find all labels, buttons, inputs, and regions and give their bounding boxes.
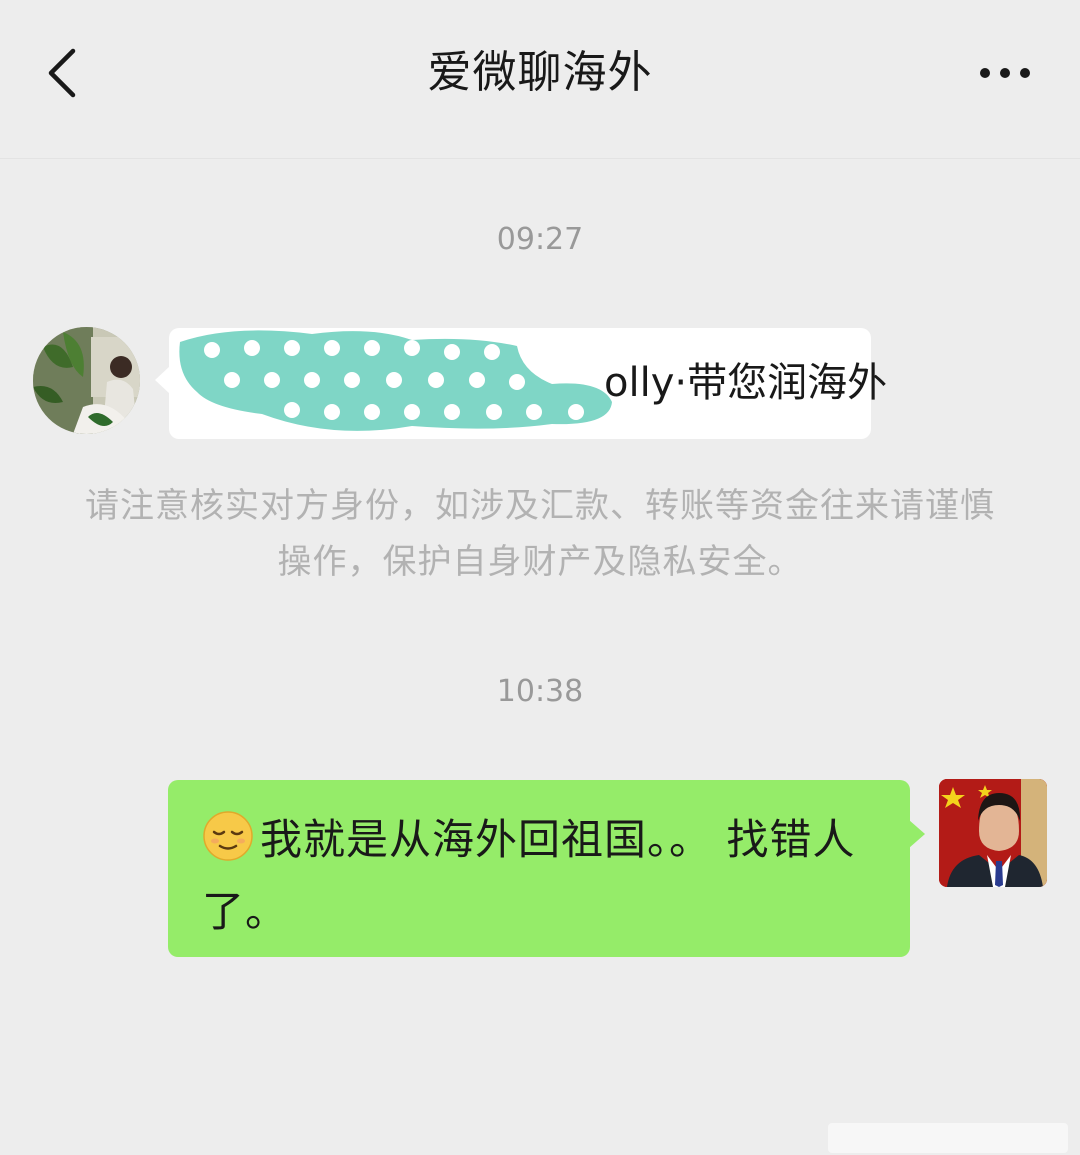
more-button[interactable]	[970, 50, 1040, 96]
my-avatar-photo	[939, 779, 1047, 887]
safety-notice: 请注意核实对方身份，如涉及汇款、转账等资金往来请谨慎操作，保护自身财产及隐私安全…	[85, 486, 995, 582]
contact-avatar[interactable]	[33, 327, 140, 434]
more-dots-icon	[980, 68, 1030, 78]
message-timestamp: 09:27	[496, 222, 584, 257]
message-timestamp: 10:38	[496, 674, 584, 709]
outgoing-message-bubble[interactable]: 我就是从海外回祖国。。 找错人了。	[168, 780, 925, 957]
redaction-overlay	[179, 330, 613, 431]
watermark	[828, 1123, 1068, 1153]
relieved-face-emoji	[203, 811, 253, 861]
chat-header: 爱微聊海外	[0, 0, 1080, 159]
contact-avatar-photo	[33, 327, 140, 434]
chat-title: 爱微聊海外	[427, 47, 653, 98]
outgoing-message-text: 我就是从海外回祖国。。 找错人了。	[202, 815, 856, 936]
outgoing-message-content: 我就是从海外回祖国。。 找错人了。	[202, 804, 892, 948]
my-avatar[interactable]	[939, 779, 1047, 887]
